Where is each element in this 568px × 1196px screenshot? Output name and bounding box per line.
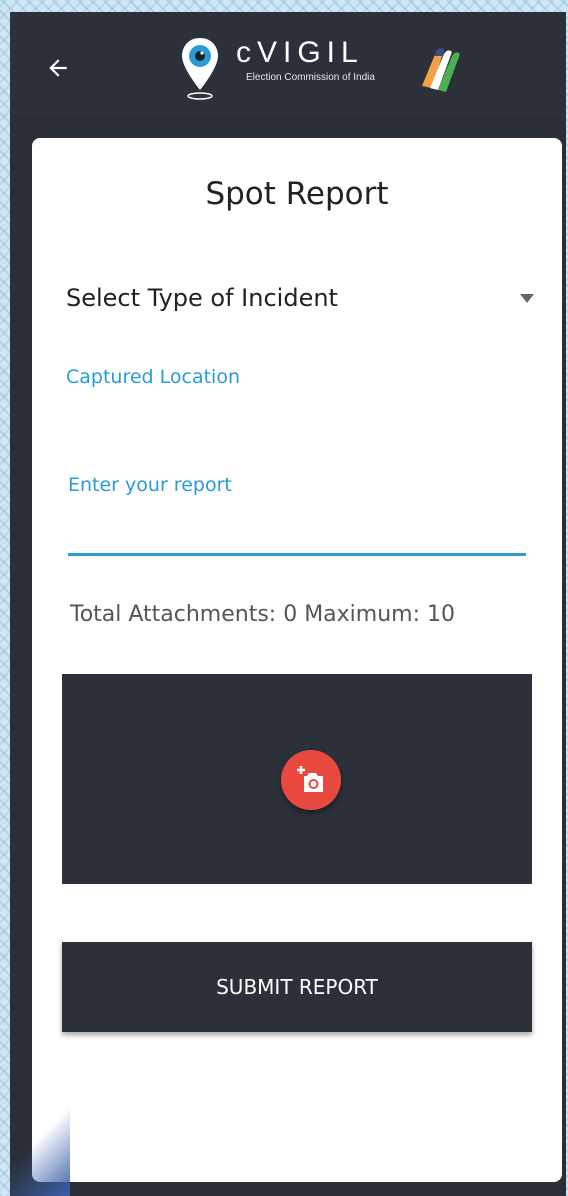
app-subtitle: Election Commission of India: [246, 72, 375, 83]
dropdown-arrow-icon: [520, 294, 534, 303]
report-input[interactable]: [68, 504, 530, 546]
map-pin-eye-icon: [182, 38, 218, 100]
back-button[interactable]: [38, 48, 78, 88]
report-label: Enter your report: [68, 474, 232, 496]
device-frame: cVIGIL Election Commission of India Spot…: [10, 12, 566, 1196]
spot-report-card: Spot Report Select Type of Incident Capt…: [32, 138, 562, 1182]
incident-type-select[interactable]: Select Type of Incident: [66, 284, 534, 324]
bottom-decoration: [10, 1106, 70, 1196]
add-photo-camera-icon: [297, 766, 323, 792]
page-title: Spot Report: [205, 176, 389, 212]
report-field: Enter your report: [68, 460, 530, 556]
captured-location-label: Captured Location: [66, 366, 241, 388]
app-name: cVIGIL: [236, 36, 364, 69]
submit-report-button[interactable]: SUBMIT REPORT: [62, 942, 532, 1032]
app-bar: cVIGIL Election Commission of India: [10, 12, 566, 116]
indelible-ink-finger-icon: [422, 48, 460, 92]
brand: cVIGIL Election Commission of India: [236, 36, 375, 83]
add-photo-button[interactable]: [281, 750, 341, 810]
incident-type-label: Select Type of Incident: [66, 284, 338, 312]
arrow-left-icon: [49, 59, 67, 77]
report-underline: [68, 553, 526, 556]
attachments-count: Total Attachments: 0 Maximum: 10: [70, 602, 455, 627]
media-attachment-area: [62, 674, 532, 884]
